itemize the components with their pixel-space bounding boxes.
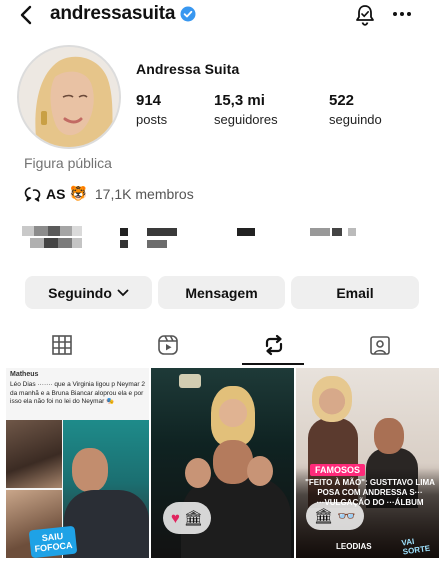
email-button[interactable]: Email <box>291 276 419 309</box>
post-thumbnail-2[interactable]: ♥ 🏛 <box>151 368 294 558</box>
heart-icon: ♥ <box>171 509 180 527</box>
photo-woman <box>312 376 352 422</box>
post-thumbnail-3[interactable]: FAMOSOS "FEITO À MÃO": GUSTTAVO LIMA POS… <box>296 368 439 558</box>
message-button-label: Mensagem <box>185 284 258 301</box>
email-button-label: Email <box>336 284 374 301</box>
following-value: 522 <box>329 92 355 109</box>
profile-avatar[interactable] <box>17 45 121 149</box>
photo-man <box>213 440 253 484</box>
reposts-icon <box>265 334 282 356</box>
glasses-icon: 👓 <box>337 507 356 525</box>
posts-value: 914 <box>136 92 162 109</box>
grid-icon <box>51 335 72 355</box>
tab-reposts[interactable] <box>218 325 329 365</box>
profile-category: Figura pública <box>24 155 112 171</box>
famosos-tag: FAMOSOS <box>310 464 366 476</box>
bell-icon[interactable] <box>354 3 376 27</box>
top-bar: andressasuita <box>0 0 445 30</box>
community-name: AS <box>46 185 66 202</box>
posts-count[interactable]: 914 posts <box>136 92 167 127</box>
following-count[interactable]: 522 seguindo <box>329 92 382 127</box>
following-label: seguindo <box>329 112 382 127</box>
avatar-image <box>19 47 119 147</box>
tab-tagged[interactable] <box>324 325 435 365</box>
reaction-bubble[interactable]: 🏛 👓 <box>306 502 364 530</box>
posts-label: posts <box>136 112 168 127</box>
tab-reels[interactable] <box>112 325 223 365</box>
community-link[interactable]: AS 🐯 17,1K membros <box>24 185 194 202</box>
post-thumbnail-1[interactable]: Matheus Léo Dias ······· que a Virginia … <box>6 368 149 558</box>
man-face <box>72 448 108 492</box>
chevron-down-icon <box>117 289 129 296</box>
profile-tabs <box>0 325 445 365</box>
active-tab-indicator <box>242 363 304 365</box>
photo-woman-1 <box>6 420 62 488</box>
community-chat-icon <box>24 186 41 202</box>
studio-light <box>179 374 201 388</box>
followers-label: seguidores <box>214 112 278 127</box>
display-name: Andressa Suita <box>136 61 240 77</box>
more-dots-icon[interactable] <box>390 4 414 24</box>
tab-posts[interactable] <box>6 325 117 365</box>
message-button[interactable]: Mensagem <box>158 276 285 309</box>
saiu-fofoca-logo: SAIU FOFOCA <box>28 525 78 558</box>
following-button[interactable]: Seguindo <box>25 276 152 309</box>
profile-username: andressasuita <box>50 3 196 25</box>
post-grid: Matheus Léo Dias ······· que a Virginia … <box>6 368 439 558</box>
post-author: Matheus <box>10 371 39 378</box>
building-icon: 🏛 <box>314 507 334 525</box>
reels-icon <box>157 335 178 355</box>
photo-man <box>374 418 404 454</box>
photo-woman <box>211 386 255 446</box>
verified-badge-icon <box>180 6 196 22</box>
followers-count[interactable]: 15,3 mi seguidores <box>214 92 278 127</box>
following-button-label: Seguindo <box>48 284 112 301</box>
username-text: andressasuita <box>50 3 176 24</box>
followers-value: 15,3 mi <box>214 92 265 109</box>
building-icon: 🏛 <box>183 509 203 527</box>
back-arrow-icon[interactable] <box>16 4 38 26</box>
tagged-icon <box>369 336 390 355</box>
post-snippet: Léo Dias ······· que a Virginia ligou p … <box>10 381 145 405</box>
post-source: LEODIAS <box>336 542 372 551</box>
photo-child-1 <box>185 458 211 488</box>
community-emoji: 🐯 <box>69 185 87 201</box>
pixelated-bio <box>22 226 356 248</box>
reaction-bubble[interactable]: ♥ 🏛 <box>163 502 211 534</box>
photo-child-2 <box>247 456 273 486</box>
community-members: 17,1K membros <box>94 185 194 202</box>
